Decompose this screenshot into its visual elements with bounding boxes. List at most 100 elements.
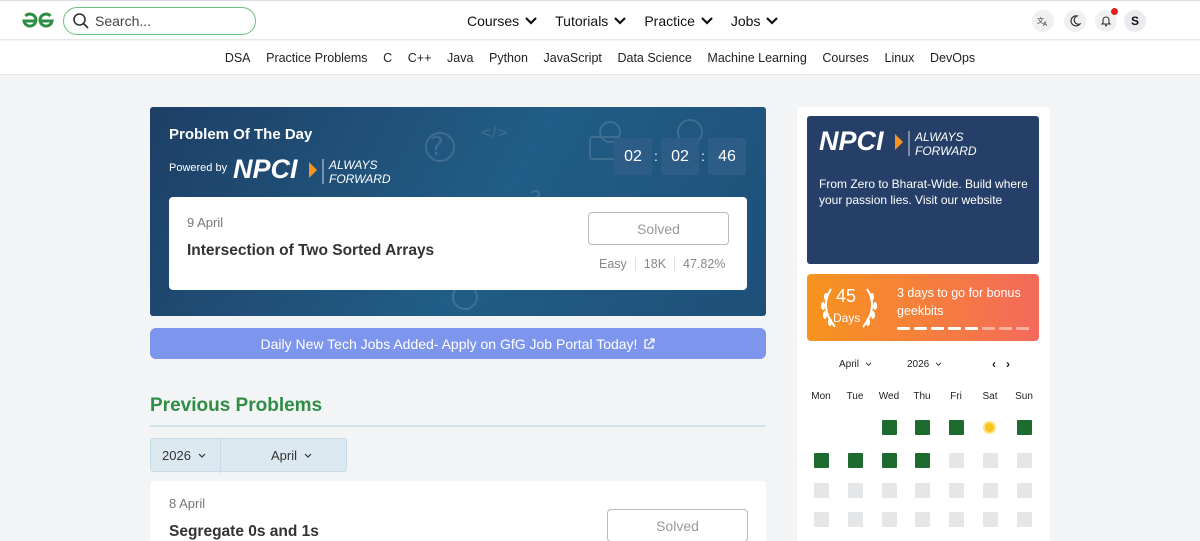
streak-card: 45 Days 3 days to go for bonus geekbits (807, 274, 1039, 341)
calendar-day[interactable] (813, 512, 829, 527)
jobs-banner-link[interactable]: Daily New Tech Jobs Added- Apply on GfG … (150, 328, 766, 359)
avatar[interactable]: S (1124, 10, 1146, 32)
subnav-cpp[interactable]: C++ (408, 51, 432, 65)
calendar-day[interactable] (914, 512, 930, 527)
calendar-day-solved[interactable] (1016, 420, 1032, 435)
calendar-day-solved[interactable] (948, 420, 964, 435)
bell-icon (1100, 16, 1112, 27)
gfg-logo-icon[interactable] (18, 10, 58, 32)
npci-logo-icon: NPCI ALWAYS FORWARD (233, 154, 391, 186)
npci-tagline-2: FORWARD (915, 144, 977, 158)
weekday-wed: Wed (878, 391, 900, 402)
nav-jobs[interactable]: Jobs (731, 13, 779, 29)
calendar-day-solved[interactable] (881, 453, 897, 468)
npci-ad-banner[interactable]: NPCI ALWAYS FORWARD From Zero to Bharat-… (807, 116, 1039, 264)
subnav-java[interactable]: Java (447, 51, 473, 65)
calendar-next-button[interactable]: › (1006, 357, 1010, 371)
previous-problem-card[interactable]: 8 April Segregate 0s and 1s Solved (150, 481, 766, 541)
progress-dash (965, 327, 978, 330)
subnav-practice-problems[interactable]: Practice Problems (266, 51, 367, 65)
progress-dash (914, 327, 927, 330)
npci-brand-text: NPCI (819, 126, 884, 156)
problem-title[interactable]: Segregate 0s and 1s (169, 523, 319, 541)
calendar-day-solved[interactable] (914, 420, 930, 435)
calendar-day[interactable] (982, 512, 998, 527)
calendar-day-today[interactable] (982, 421, 996, 434)
weekday-sat: Sat (982, 391, 998, 402)
calendar-day[interactable] (881, 483, 897, 498)
month-value: April (271, 448, 298, 463)
ad-text: From Zero to Bharat-Wide. Build where yo… (819, 177, 1028, 207)
calendar-year: 2026 (907, 359, 930, 370)
calendar-day[interactable] (982, 453, 998, 468)
weekday-thu: Thu (913, 391, 931, 402)
search-input[interactable] (95, 13, 245, 29)
calendar-day[interactable] (813, 483, 829, 498)
subnav-dsa[interactable]: DSA (225, 51, 251, 65)
potd-problem-title[interactable]: Intersection of Two Sorted Arrays (187, 242, 434, 260)
chevron-down-icon (865, 362, 872, 367)
calendar-day[interactable] (948, 453, 964, 468)
calendar-day[interactable] (914, 483, 930, 498)
nav-tutorials[interactable]: Tutorials (555, 13, 627, 29)
calendar-year-select[interactable]: 2026 (907, 359, 942, 370)
svg-text:NPCI: NPCI (233, 154, 298, 184)
calendar-day[interactable] (948, 483, 964, 498)
chevron-down-icon (766, 17, 779, 25)
year-select[interactable]: 2026 (162, 448, 206, 463)
calendar-day-solved[interactable] (914, 453, 930, 468)
date-filter: 2026 April (150, 438, 347, 473)
subnav-linux[interactable]: Linux (885, 51, 915, 65)
calendar-day[interactable] (847, 512, 863, 527)
timer-separator: : (654, 148, 658, 164)
search-icon (73, 13, 89, 29)
nav-courses[interactable]: Courses (467, 13, 537, 29)
subnav-machine-learning[interactable]: Machine Learning (707, 51, 806, 65)
svg-text:A: A (1043, 21, 1048, 27)
progress-dash (931, 327, 944, 330)
month-select[interactable]: April (271, 448, 312, 463)
calendar-day[interactable] (1016, 483, 1032, 498)
chevron-down-icon (198, 453, 206, 458)
top-header: Courses Tutorials Practice Jobs 文A S (0, 0, 1200, 40)
subnav-javascript[interactable]: JavaScript (544, 51, 602, 65)
nav-label: Tutorials (555, 13, 609, 29)
solved-button[interactable]: Solved (607, 509, 748, 541)
chevron-down-icon (304, 453, 312, 458)
heading-divider (150, 425, 766, 427)
npci-tagline-1: ALWAYS (914, 130, 963, 144)
subnav-c[interactable]: C (383, 51, 392, 65)
nav-practice[interactable]: Practice (644, 13, 713, 29)
calendar-day[interactable] (982, 483, 998, 498)
calendar-day[interactable] (1016, 453, 1032, 468)
weekday-mon: Mon (811, 391, 831, 402)
calendar-prev-button[interactable]: ‹ (992, 357, 996, 371)
search-box[interactable] (63, 7, 256, 35)
timer-minutes: 02 (661, 138, 699, 175)
svg-text:ALWAYS: ALWAYS (328, 158, 377, 172)
potd-problem-card[interactable]: 9 April Intersection of Two Sorted Array… (169, 197, 747, 290)
calendar-day-solved[interactable] (813, 453, 829, 468)
subnav-devops[interactable]: DevOps (930, 51, 975, 65)
calendar-day[interactable] (881, 512, 897, 527)
subnav-python[interactable]: Python (489, 51, 528, 65)
calendar-day-solved[interactable] (847, 453, 863, 468)
progress-dash (1016, 327, 1029, 330)
progress-dash (999, 327, 1012, 330)
theme-toggle-button[interactable] (1064, 10, 1086, 32)
calendar-day[interactable] (948, 512, 964, 527)
calendar-day[interactable] (1016, 512, 1032, 527)
subnav-courses[interactable]: Courses (822, 51, 869, 65)
notifications-button[interactable] (1095, 8, 1118, 32)
calendar-day-solved[interactable] (881, 420, 897, 435)
calendar-day[interactable] (847, 483, 863, 498)
calendar-month-select[interactable]: April (839, 359, 872, 370)
solved-button[interactable]: Solved (588, 212, 729, 245)
svg-text:FORWARD: FORWARD (329, 172, 391, 186)
timer-hours: 02 (614, 138, 652, 175)
accuracy-value: 47.82% (683, 257, 726, 271)
subnav-data-science[interactable]: Data Science (617, 51, 691, 65)
filter-divider (220, 439, 221, 473)
translate-button[interactable]: 文A (1032, 10, 1054, 32)
problem-stats: Easy 18K 47.82% (591, 257, 733, 271)
